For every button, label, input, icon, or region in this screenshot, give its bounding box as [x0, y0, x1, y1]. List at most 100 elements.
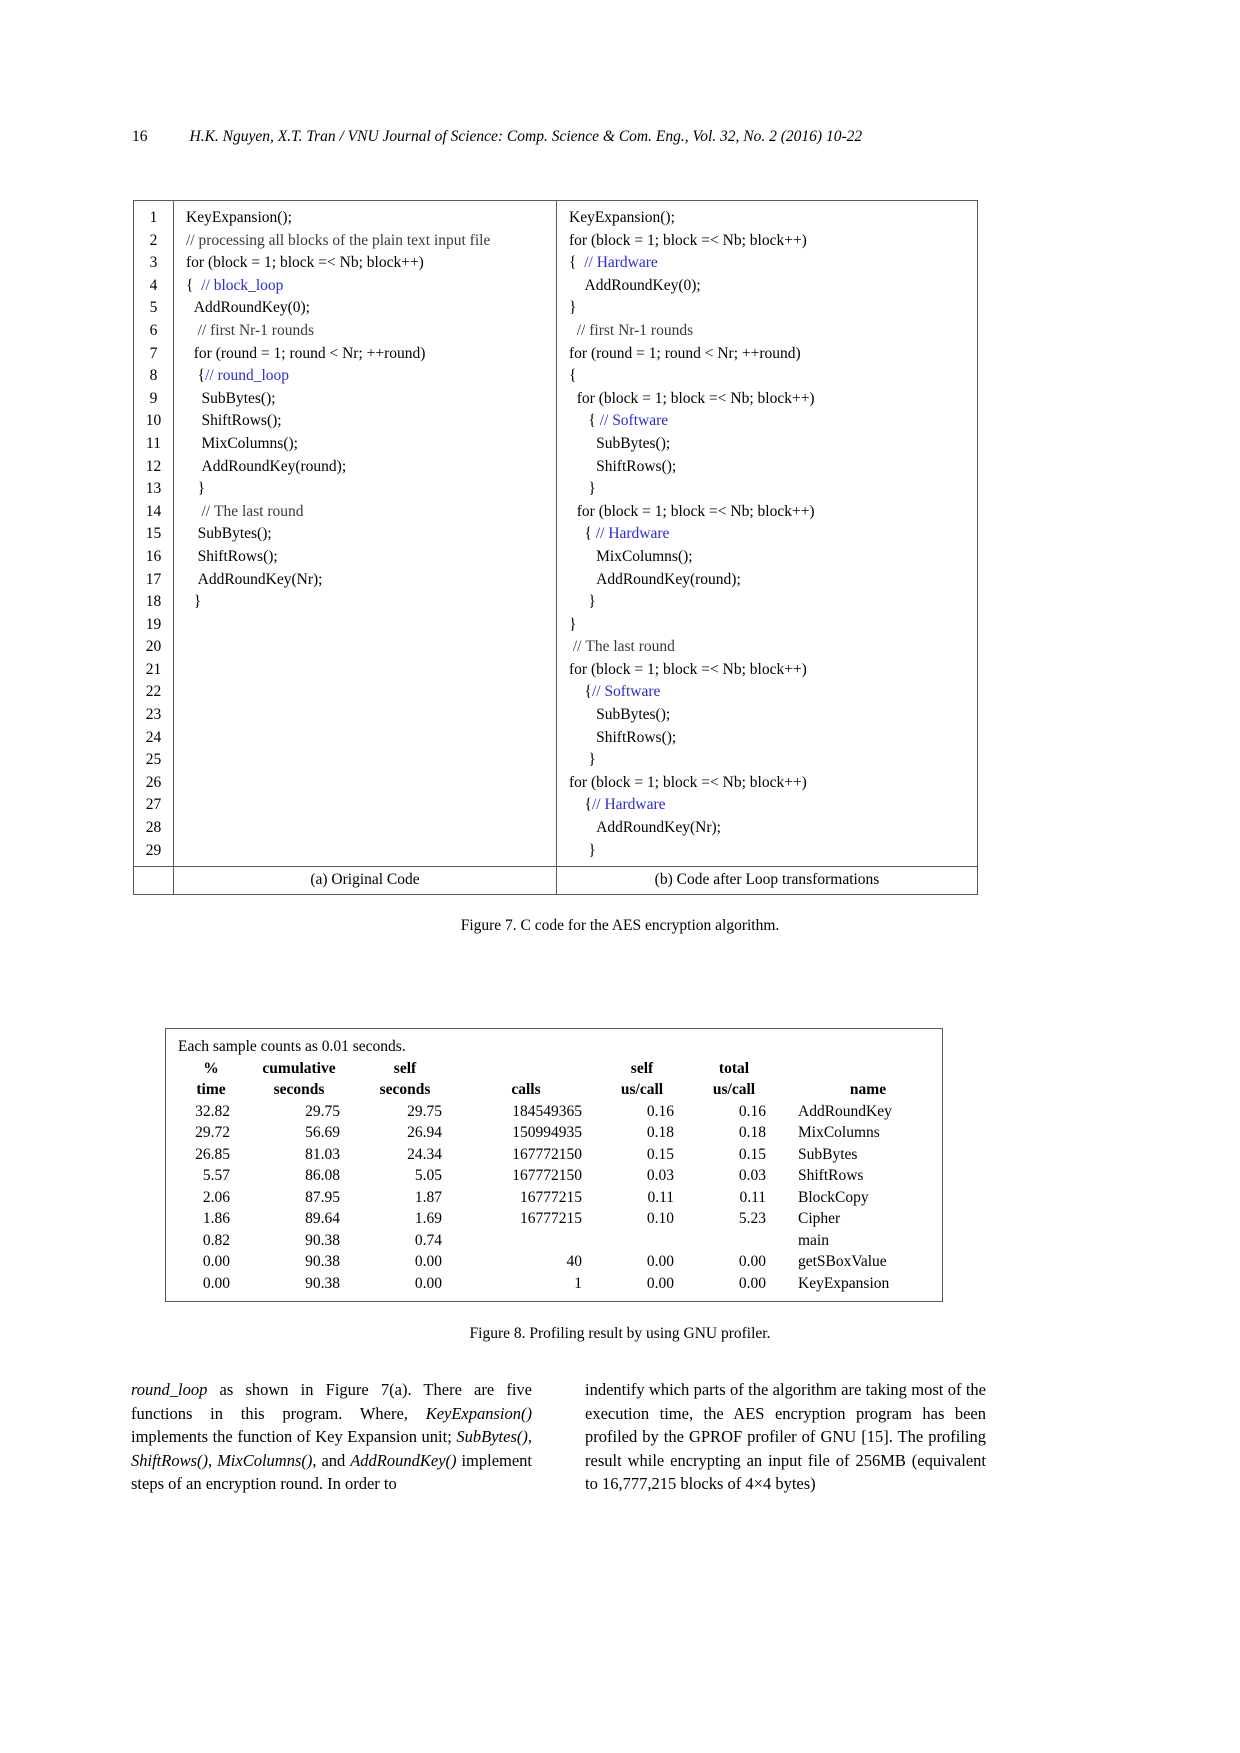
profiling-value: 87.95	[305, 1188, 340, 1206]
code-line-number: 14	[145, 502, 162, 520]
code-line-number: 29	[145, 841, 162, 859]
figure8-caption: Figure 8. Profiling result by using GNU …	[469, 1325, 771, 1342]
profiling-value: 1.86	[202, 1210, 230, 1227]
code-line-number: 13	[145, 480, 162, 498]
code-line-number: 9	[149, 389, 158, 407]
code-line-number: 12	[145, 457, 162, 475]
code-line-number: 24	[145, 728, 162, 746]
code-line-transformed: { // Software	[569, 412, 669, 430]
profiling-header-top: self	[630, 1059, 654, 1077]
transformed-code-column: KeyExpansion(); for (block = 1; block =< …	[557, 201, 977, 866]
profiling-function-name: BlockCopy	[798, 1188, 869, 1206]
code-line-original: SubBytes();	[197, 525, 272, 543]
profiling-header: time	[196, 1081, 226, 1098]
code-line-original: for (block = 1; block =< Nb; block++)	[186, 254, 424, 272]
code-line-transformed: ShiftRows();	[596, 457, 677, 475]
profiling-value: 26.94	[407, 1124, 442, 1141]
code-line-original	[186, 840, 556, 863]
profiling-function-name: ShiftRows	[798, 1167, 864, 1184]
code-line-transformed: KeyExpansion();	[569, 209, 675, 226]
profiling-note: Each sample counts as 0.01 seconds.	[178, 1038, 406, 1055]
code-line-original: AddRoundKey(Nr);	[197, 570, 323, 588]
code-line-original	[186, 794, 556, 817]
code-line-number: 2	[149, 231, 158, 249]
body-right-paragraph: indentify which parts of the algorithm a…	[585, 1380, 986, 1494]
code-line-number: 6	[149, 321, 158, 339]
profiling-value: 0.15	[646, 1145, 674, 1163]
code-line-original: for (round = 1; round < Nr; ++round)	[186, 344, 426, 362]
code-line-transformed: {	[569, 367, 577, 385]
code-line-number: 28	[145, 819, 162, 837]
code-line-transformed: for (block = 1; block =< Nb; block++)	[569, 773, 807, 791]
profiling-value: 184549365	[512, 1102, 582, 1120]
profiling-value: 0.00	[202, 1274, 230, 1292]
line-number-gutter: 1 2 3 4 5 6 7 8 9 10 11 12 13 14 15 16 17 18 19 20 21 22 23 24 2…	[134, 201, 174, 867]
profiling-value: 90.38	[305, 1253, 340, 1270]
code-line-number: 19	[145, 615, 162, 633]
profiling-header: name	[849, 1081, 887, 1098]
profiling-value: 0.00	[414, 1274, 442, 1292]
code-line-transformed: }	[569, 841, 596, 859]
body-right-column: indentify which parts of the algorithm a…	[585, 1378, 986, 1496]
figure7-caption: Figure 7. C code for the AES encryption …	[460, 917, 780, 934]
code-line-transformed: for (block = 1; block =< Nb; block++)	[569, 389, 815, 407]
profiling-header-top: total	[718, 1059, 750, 1077]
profiling-header: us/call	[712, 1081, 756, 1098]
profiling-value: 56.69	[305, 1124, 340, 1141]
code-table-caption-row: (a) Original Code (b) Code after Loop tr…	[134, 866, 977, 895]
profiling-value: 0.00	[646, 1274, 674, 1292]
code-line-transformed: }	[569, 480, 596, 498]
profiling-value: 1	[574, 1274, 582, 1292]
code-line-original	[186, 749, 556, 772]
code-line-number: 7	[149, 344, 158, 362]
code-line-transformed: { // Hardware	[569, 254, 658, 272]
profiling-value: 5.23	[738, 1210, 766, 1227]
code-line-number: 3	[149, 254, 158, 272]
code-line-number: 1	[149, 209, 158, 226]
profiling-header-top: self	[393, 1059, 417, 1077]
code-line-original	[186, 681, 556, 704]
code-line-original: KeyExpansion();	[186, 209, 292, 226]
body-left-paragraph: round_loop as shown in Figure 7(a). Ther…	[131, 1380, 533, 1494]
profiling-value: 2.06	[202, 1188, 230, 1206]
profiling-value: 5.57	[202, 1167, 230, 1184]
profiling-header-top	[780, 1058, 956, 1080]
profiling-value: 1.87	[414, 1188, 442, 1206]
code-line-number: 26	[145, 773, 162, 791]
profiling-value: 0.00	[414, 1253, 442, 1270]
caption-gutter-spacer	[134, 867, 174, 895]
profiling-value: 0.03	[738, 1167, 766, 1184]
code-line-transformed: AddRoundKey(Nr);	[596, 819, 721, 837]
code-line-transformed: MixColumns();	[596, 547, 693, 565]
profiling-value: 0.15	[738, 1145, 766, 1163]
profiling-value: 0.00	[738, 1253, 766, 1270]
code-line-number: 27	[145, 796, 162, 814]
code-line-original: SubBytes();	[201, 389, 276, 407]
code-line-transformed: }	[569, 593, 596, 611]
profiling-value: 150994935	[512, 1124, 582, 1141]
code-line-number: 20	[145, 638, 162, 656]
code-line-original	[186, 772, 556, 795]
profiling-value: 1.69	[414, 1210, 442, 1227]
figure8-profiling-table: Each sample counts as 0.01 seconds. % cum…	[165, 1028, 943, 1302]
profiling-value	[596, 1230, 688, 1252]
body-text-columns: round_loop as shown in Figure 7(a). Ther…	[131, 1378, 986, 1496]
profiling-value: 167772150	[512, 1167, 582, 1184]
profiling-value: 32.82	[195, 1102, 230, 1120]
code-line-original: }	[186, 593, 202, 611]
profiling-value: 86.08	[305, 1167, 340, 1184]
running-head: 16 H.K. Nguyen, X.T. Tran / VNU Journal o…	[132, 128, 1112, 146]
code-line-number: 23	[145, 706, 162, 724]
profiling-value: 40	[566, 1253, 583, 1270]
profiling-value: 90.38	[305, 1231, 340, 1249]
code-line-transformed: for (block = 1; block =< Nb; block++)	[569, 502, 815, 520]
profiling-value: 0.03	[646, 1167, 674, 1184]
profiling-value: 81.03	[305, 1145, 340, 1163]
profiling-value: 0.16	[738, 1102, 766, 1120]
profiling-value: 26.85	[195, 1145, 230, 1163]
code-line-original: }	[186, 480, 206, 498]
code-line-number: 17	[145, 570, 162, 588]
profiling-header: us/call	[620, 1081, 664, 1098]
code-line-number: 16	[145, 547, 162, 565]
code-line-transformed: SubBytes();	[596, 434, 671, 452]
